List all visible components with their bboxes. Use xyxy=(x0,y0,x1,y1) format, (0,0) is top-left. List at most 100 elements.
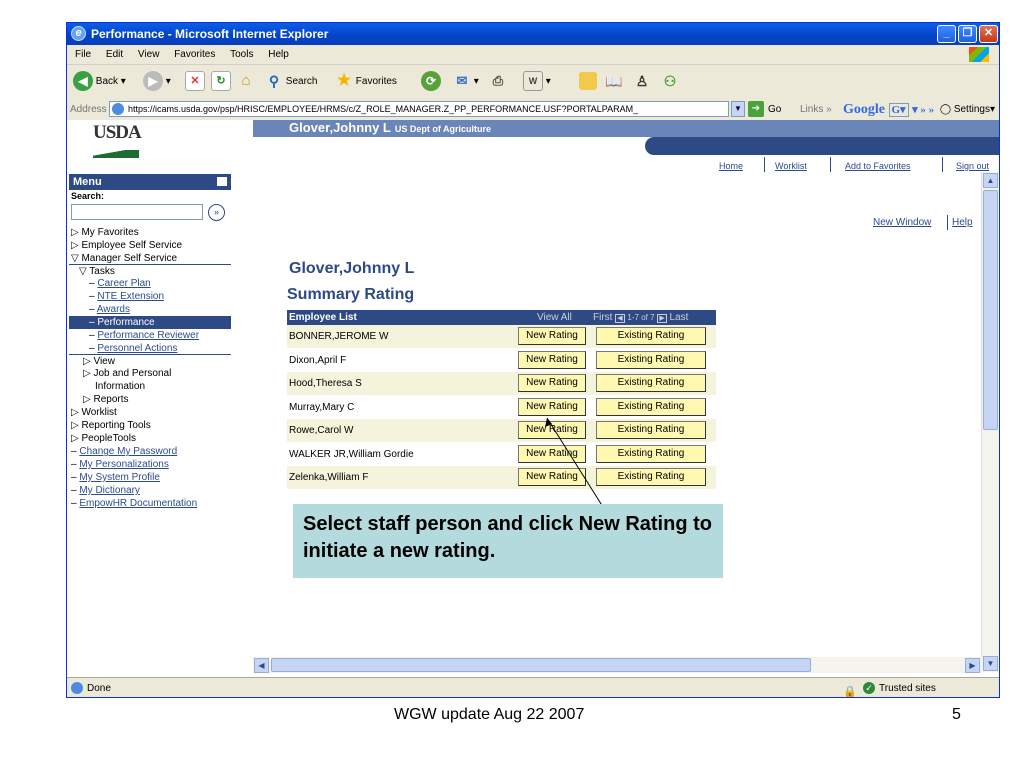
edit-button[interactable]: W ▾ xyxy=(523,71,551,93)
menu-tools[interactable]: Tools xyxy=(230,49,253,60)
menu-item-change-password[interactable]: – Change My Password xyxy=(71,445,177,458)
search-go-icon[interactable]: » xyxy=(208,204,225,221)
close-button[interactable]: ✕ xyxy=(979,25,998,43)
research-button[interactable]: 📖 xyxy=(605,71,623,93)
go-arrow-icon[interactable]: ➔ xyxy=(748,101,764,117)
messenger-button[interactable]: ♙ xyxy=(633,71,651,93)
menu-favorites[interactable]: Favorites xyxy=(174,49,215,60)
first-link[interactable]: First xyxy=(593,312,612,323)
menu-item-career-plan[interactable]: – Career Plan xyxy=(89,277,151,290)
go-button[interactable]: Go xyxy=(768,99,781,120)
forward-button[interactable]: ▶ ▾ xyxy=(143,71,171,93)
mail-button[interactable]: ✉ ▾ xyxy=(453,71,479,93)
scroll-left-icon[interactable]: ◀ xyxy=(254,658,269,673)
menu-search-input[interactable] xyxy=(71,204,203,220)
menu-item-performance[interactable]: – Performance xyxy=(69,316,231,329)
favorites-button[interactable]: ★ Favorites xyxy=(335,71,397,93)
menu-item-empowhr-documentation[interactable]: – EmpowHR Documentation xyxy=(71,497,197,510)
menu-item-employee-self-service[interactable]: ▷ Employee Self Service xyxy=(71,239,182,252)
history-button[interactable]: ⟳ xyxy=(421,71,441,93)
collapse-icon[interactable] xyxy=(217,177,227,186)
vertical-scrollbar[interactable]: ▲ ▼ xyxy=(981,172,999,672)
title-bar: e Performance - Microsoft Internet Explo… xyxy=(67,23,999,45)
employee-name: Zelenka,William F xyxy=(289,472,369,483)
menu-item-worklist[interactable]: ▷ Worklist xyxy=(71,406,117,419)
instruction-callout: Select staff person and click New Rating… xyxy=(293,504,723,578)
help-link[interactable]: Help xyxy=(952,217,973,229)
folder-button[interactable]: ■ xyxy=(579,71,597,93)
menu-item-awards[interactable]: – Awards xyxy=(89,303,130,316)
menu-item-dictionary[interactable]: – My Dictionary xyxy=(71,484,140,497)
menu-item-system-profile[interactable]: – My System Profile xyxy=(71,471,160,484)
home-link[interactable]: Home xyxy=(719,160,743,172)
msn-button[interactable]: ⚇ xyxy=(661,71,679,93)
menu-item-peopletools[interactable]: ▷ PeopleTools xyxy=(71,432,136,445)
left-menu: Menu Search: » ▷ My Favorites ▷ Employee… xyxy=(69,174,231,644)
existing-rating-button[interactable]: Existing Rating xyxy=(596,421,706,439)
home-button[interactable]: ⌂ xyxy=(237,71,255,93)
new-rating-button[interactable]: New Rating xyxy=(518,350,586,369)
footer-caption: WGW update Aug 22 2007 xyxy=(394,706,585,723)
existing-rating-button[interactable]: Existing Rating xyxy=(596,397,706,416)
callout-pointer xyxy=(545,417,604,508)
vertical-scroll-thumb[interactable] xyxy=(983,190,998,430)
sign-out-link[interactable]: Sign out xyxy=(956,160,989,172)
employee-name: Dixon,April F xyxy=(289,354,347,366)
worklist-link[interactable]: Worklist xyxy=(775,160,807,172)
existing-rating-button[interactable]: Existing Rating xyxy=(596,468,706,486)
menu-item-tasks[interactable]: ▽ Tasks xyxy=(69,264,231,278)
minimize-button[interactable]: _ xyxy=(937,25,956,43)
existing-rating-button[interactable]: Existing Rating xyxy=(596,374,706,392)
print-button[interactable]: ⎙ xyxy=(489,71,507,93)
back-button[interactable]: ◀ Back ▾ xyxy=(73,71,126,93)
links-button[interactable]: Links » xyxy=(800,99,832,120)
scroll-down-icon[interactable]: ▼ xyxy=(983,656,998,671)
horizontal-scroll-thumb[interactable] xyxy=(271,658,811,672)
home-icon: ⌂ xyxy=(241,72,251,90)
scroll-up-icon[interactable]: ▲ xyxy=(983,173,998,188)
menu-help[interactable]: Help xyxy=(268,49,289,60)
new-rating-button[interactable]: New Rating xyxy=(518,374,586,392)
refresh-button[interactable]: ↻ xyxy=(211,71,231,93)
menu-item-reports[interactable]: ▷ Reports xyxy=(83,393,128,406)
google-search-icon[interactable]: G▾ xyxy=(888,103,909,117)
view-all-link[interactable]: View All xyxy=(537,310,572,325)
new-rating-button[interactable]: New Rating xyxy=(518,397,586,416)
last-link[interactable]: Last xyxy=(670,312,689,323)
next-page-icon[interactable]: ▶ xyxy=(657,314,667,323)
address-dropdown[interactable]: ▼ xyxy=(731,101,745,117)
menu-edit[interactable]: Edit xyxy=(106,49,123,60)
google-options-icon[interactable]: ▾ » » xyxy=(912,104,934,116)
address-url: https://icams.usda.gov/psp/HRISC/EMPLOYE… xyxy=(128,104,639,114)
status-text: Done xyxy=(87,683,111,694)
stop-button[interactable]: ✕ xyxy=(185,71,205,93)
new-rating-button[interactable]: New Rating xyxy=(518,327,586,345)
existing-rating-button[interactable]: Existing Rating xyxy=(596,444,706,463)
add-to-favorites-link[interactable]: Add to Favorites xyxy=(845,160,911,172)
new-window-link[interactable]: New Window xyxy=(873,217,931,229)
nav-divider xyxy=(764,157,765,172)
grid-pager: First ◀ 1-7 of 7 ▶ Last xyxy=(593,310,688,326)
existing-rating-button[interactable]: Existing Rating xyxy=(596,327,706,345)
address-input[interactable]: https://icams.usda.gov/psp/HRISC/EMPLOYE… xyxy=(109,101,729,117)
menu-item-personalizations[interactable]: – My Personalizations xyxy=(71,458,169,471)
menu-view[interactable]: View xyxy=(138,49,160,60)
menu-item-reporting-tools[interactable]: ▷ Reporting Tools xyxy=(71,419,151,432)
maximize-button[interactable]: ❐ xyxy=(958,25,977,43)
menu-item-my-favorites[interactable]: ▷ My Favorites xyxy=(71,226,139,239)
prev-page-icon[interactable]: ◀ xyxy=(615,314,625,323)
new-rating-button[interactable]: New Rating xyxy=(518,468,586,486)
menu-item-performance-reviewer[interactable]: – Performance Reviewer xyxy=(89,329,199,342)
scroll-right-icon[interactable]: ▶ xyxy=(965,658,980,673)
search-button[interactable]: ⚲ Search xyxy=(265,71,318,93)
new-rating-button[interactable]: New Rating xyxy=(518,444,586,463)
menu-file[interactable]: File xyxy=(75,49,91,60)
google-toolbar[interactable]: Google G▾ ▾ » » xyxy=(843,99,934,121)
horizontal-scrollbar[interactable]: ◀ ▶ xyxy=(253,657,982,673)
settings-button[interactable]: ◯ Settings▾ xyxy=(940,99,995,120)
menu-item-nte-extension[interactable]: – NTE Extension xyxy=(89,290,164,303)
new-rating-button[interactable]: New Rating xyxy=(518,421,586,439)
existing-rating-button[interactable]: Existing Rating xyxy=(596,350,706,369)
menu-item-job-and-personal[interactable]: ▷ Job and Personal xyxy=(83,367,171,380)
menu-item-view[interactable]: ▷ View xyxy=(69,354,231,368)
